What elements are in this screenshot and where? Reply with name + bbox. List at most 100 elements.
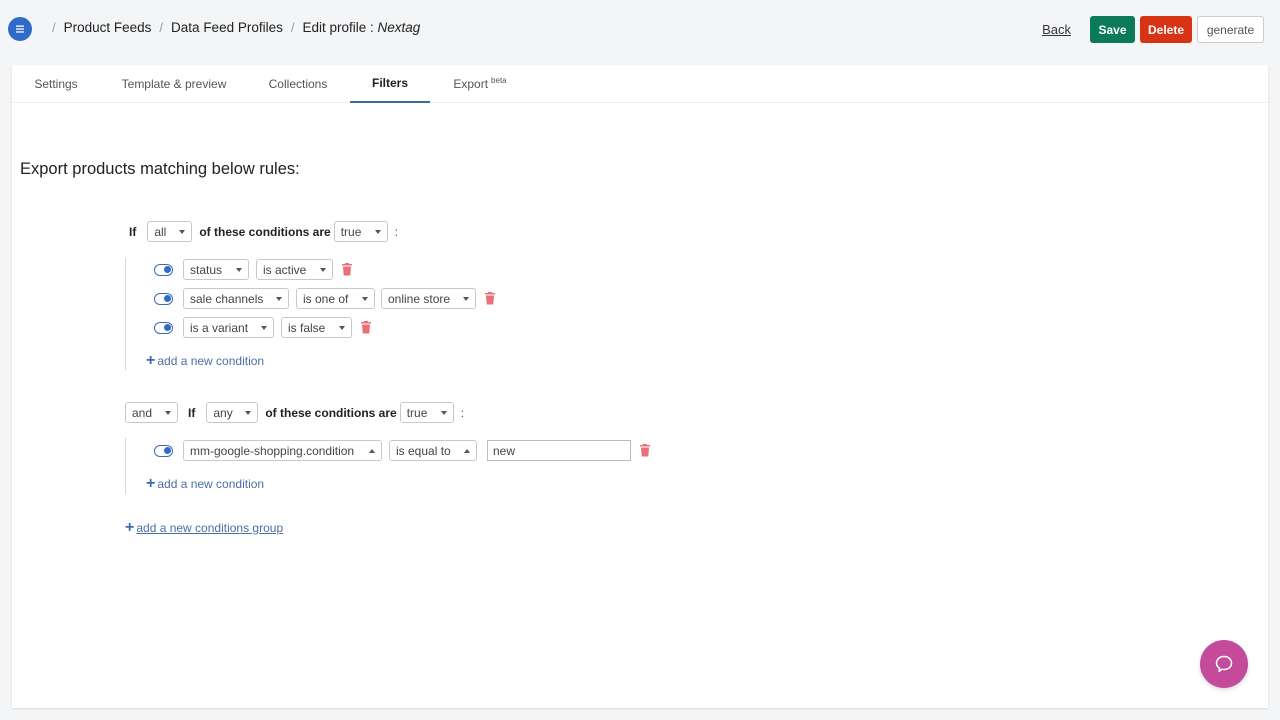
trash-icon[interactable]: [484, 292, 496, 305]
condition-toggle[interactable]: [154, 263, 173, 276]
quantifier-select[interactable]: all: [147, 221, 193, 242]
field-select[interactable]: status: [183, 259, 249, 280]
caret-down-icon: [440, 410, 447, 415]
breadcrumb-product-feeds[interactable]: Product Feeds: [64, 20, 152, 35]
add-condition-label: add a new condition: [157, 477, 265, 491]
value-input[interactable]: new: [487, 440, 631, 461]
operator-value: is one of: [303, 291, 349, 306]
plus-icon: +: [125, 519, 135, 536]
chat-bubble-icon: [1215, 655, 1233, 673]
breadcrumb-separator: /: [290, 20, 295, 35]
connector-select[interactable]: and: [125, 402, 178, 423]
delete-button[interactable]: Delete: [1140, 16, 1192, 43]
truth-value: true: [406, 405, 428, 420]
value-select[interactable]: online store: [381, 288, 476, 309]
add-group-label: add a new conditions group: [136, 521, 284, 535]
generate-button[interactable]: generate: [1197, 16, 1264, 43]
plus-icon: +: [146, 352, 156, 369]
caret-down-icon: [339, 325, 345, 330]
colon: :: [460, 405, 465, 420]
operator-select[interactable]: is false: [281, 317, 352, 338]
trash-icon[interactable]: [639, 444, 651, 457]
condition-toggle[interactable]: [154, 321, 173, 334]
caret-up-icon: [369, 448, 375, 453]
caret-up-icon: [464, 448, 470, 453]
group-2-divider: [125, 438, 126, 494]
condition-group-2-header: and If any of these conditions are true …: [125, 402, 464, 423]
conditions-label: of these conditions are: [265, 405, 397, 420]
condition-row: status is active: [154, 259, 353, 280]
operator-value: is equal to: [396, 443, 451, 458]
save-button[interactable]: Save: [1090, 16, 1135, 43]
value-value: online store: [388, 291, 451, 306]
colon: :: [394, 224, 399, 239]
condition-toggle[interactable]: [154, 292, 173, 305]
caret-down-icon: [463, 296, 469, 301]
if-label: If: [129, 224, 137, 239]
caret-down-icon: [236, 267, 242, 272]
breadcrumb-current: Edit profile : Nextag: [302, 20, 420, 35]
breadcrumb-separator: /: [52, 20, 56, 35]
condition-group-1-header: If all of these conditions are true :: [129, 221, 398, 242]
caret-down-icon: [165, 410, 171, 415]
operator-value: is false: [288, 320, 326, 335]
add-condition-link[interactable]: + add a new condition: [146, 352, 265, 369]
field-select[interactable]: is a variant: [183, 317, 274, 338]
field-select[interactable]: mm-google-shopping.condition: [183, 440, 382, 461]
tab-bar: Settings Template & preview Collections …: [12, 65, 1268, 103]
plus-icon: +: [146, 475, 156, 492]
condition-row: mm-google-shopping.condition is equal to…: [154, 440, 651, 461]
caret-down-icon: [261, 325, 267, 330]
top-bar: / Product Feeds / Data Feed Profiles / E…: [0, 0, 1280, 60]
truth-select[interactable]: true: [399, 402, 454, 423]
condition-row: is a variant is false: [154, 317, 372, 338]
tab-collections[interactable]: Collections: [260, 65, 336, 103]
caret-down-icon: [362, 296, 368, 301]
caret-down-icon: [179, 229, 186, 234]
group-1-divider: [125, 258, 126, 370]
operator-select[interactable]: is equal to: [389, 440, 477, 461]
operator-select[interactable]: is one of: [296, 288, 375, 309]
beta-badge: beta: [491, 75, 507, 85]
quantifier-value: any: [213, 405, 233, 420]
field-value: status: [190, 262, 223, 277]
chat-button[interactable]: [1200, 640, 1248, 688]
tab-export[interactable]: Export beta: [448, 65, 512, 103]
quantifier-value: all: [154, 224, 167, 239]
caret-down-icon: [276, 296, 282, 301]
trash-icon[interactable]: [360, 321, 372, 334]
breadcrumb-data-feed-profiles[interactable]: Data Feed Profiles: [171, 20, 283, 35]
breadcrumb-separator: /: [159, 20, 164, 35]
page-title-prefix: Edit profile :: [302, 20, 378, 35]
hamburger-icon: [16, 25, 24, 33]
caret-down-icon: [374, 229, 381, 234]
profile-name: Nextag: [377, 20, 421, 35]
breadcrumb: / Product Feeds / Data Feed Profiles / E…: [44, 20, 420, 35]
if-label: If: [188, 405, 196, 420]
header-actions: Back Save Delete generate: [1042, 16, 1264, 43]
add-conditions-group-link[interactable]: + add a new conditions group: [125, 519, 284, 536]
truth-select[interactable]: true: [333, 221, 388, 242]
condition-toggle[interactable]: [154, 444, 173, 457]
back-link[interactable]: Back: [1042, 22, 1071, 37]
trash-icon[interactable]: [341, 263, 353, 276]
connector-value: and: [132, 405, 153, 420]
tab-template-preview[interactable]: Template & preview: [116, 65, 232, 103]
field-value: sale channels: [190, 291, 264, 306]
add-condition-label: add a new condition: [157, 354, 265, 368]
conditions-label: of these conditions are: [199, 224, 331, 239]
field-value: is a variant: [190, 320, 249, 335]
field-value: mm-google-shopping.condition: [190, 443, 355, 458]
operator-value: is active: [263, 262, 307, 277]
tab-settings[interactable]: Settings: [24, 65, 88, 103]
add-condition-link[interactable]: + add a new condition: [146, 475, 265, 492]
rules-heading: Export products matching below rules:: [20, 160, 300, 178]
truth-value: true: [340, 224, 362, 239]
menu-button[interactable]: [8, 17, 32, 41]
caret-down-icon: [320, 267, 326, 272]
tab-filters[interactable]: Filters: [350, 65, 430, 103]
quantifier-select[interactable]: any: [206, 402, 259, 423]
operator-select[interactable]: is active: [256, 259, 333, 280]
field-select[interactable]: sale channels: [183, 288, 289, 309]
condition-row: sale channels is one of online store: [154, 288, 496, 309]
